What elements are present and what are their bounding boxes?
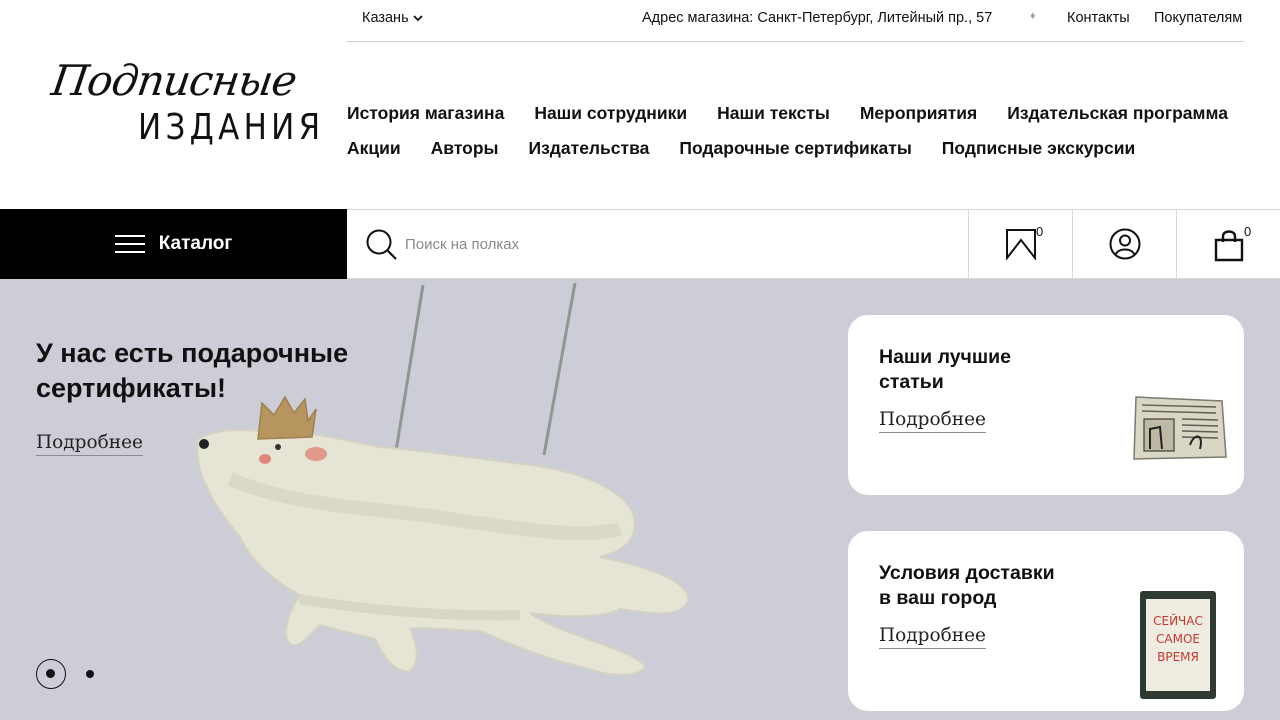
search-input[interactable] [405, 228, 945, 260]
nav-item-publishing-program[interactable]: Издательская программа [1007, 103, 1228, 124]
book-text-line-2: САМОЕ [1156, 632, 1200, 646]
hero-title-line-1: У нас есть подарочные [36, 338, 349, 368]
store-address: Адрес магазина: Санкт-Петербург, Литейны… [642, 10, 993, 26]
top-bar: Казань Адрес магазина: Санкт-Петербург, … [347, 0, 1244, 42]
card-title-line-1: Наши лучшие [879, 346, 1011, 368]
account-button[interactable] [1072, 210, 1176, 278]
hero-title: У нас есть подарочные сертификаты! [36, 336, 348, 406]
bookmarks-button[interactable]: 0 [968, 210, 1072, 278]
slider-dot-active[interactable] [36, 659, 66, 689]
best-articles-card[interactable]: Наши лучшие статьи Подробнее [848, 315, 1244, 495]
contacts-link[interactable]: Контакты [1067, 10, 1130, 26]
book-text-line-1: СЕЙЧАС [1153, 613, 1203, 628]
city-selector[interactable]: Казань [362, 10, 423, 26]
nav-item-store-history[interactable]: История магазина [347, 103, 504, 124]
card-title-line-2: в ваш город [879, 587, 997, 609]
buyers-link[interactable]: Покупателям [1154, 10, 1242, 26]
nav-item-authors[interactable]: Авторы [431, 138, 499, 159]
catalog-button[interactable]: Каталог [0, 209, 347, 279]
main-navigation: История магазина Наши сотрудники Наши те… [347, 96, 1247, 166]
nav-item-gift-certificates[interactable]: Подарочные сертификаты [679, 138, 911, 159]
delivery-conditions-card[interactable]: Условия доставки в ваш город Подробнее С… [848, 531, 1244, 711]
book-illustration: СЕЙЧАС САМОЕ ВРЕМЯ [1140, 591, 1216, 699]
nav-item-promotions[interactable]: Акции [347, 138, 401, 159]
hero-more-link[interactable]: Подробнее [36, 432, 144, 456]
card-title-line-2: статьи [879, 371, 944, 393]
newspaper-illustration [1133, 396, 1227, 460]
city-label: Казань [362, 10, 409, 26]
cart-button[interactable]: 0 [1176, 210, 1280, 278]
logo[interactable]: Подписные ИЗДАНИЯ [48, 56, 321, 160]
nav-row-2: Акции Авторы Издательства Подарочные сер… [347, 131, 1247, 166]
card-more-link[interactable]: Подробнее [879, 625, 987, 649]
slider-dot[interactable] [86, 670, 94, 678]
hero-banner: У нас есть подарочные сертификаты! Подро… [0, 279, 1280, 720]
nav-item-events[interactable]: Мероприятия [860, 103, 977, 124]
nav-item-staff[interactable]: Наши сотрудники [534, 103, 687, 124]
search-bar [347, 210, 968, 278]
hero-title-line-2: сертификаты! [36, 373, 227, 403]
card-title: Наши лучшие статьи [879, 345, 1089, 395]
catalog-label: Каталог [158, 233, 233, 254]
chevron-down-icon [412, 15, 423, 22]
nav-item-publishers[interactable]: Издательства [529, 138, 650, 159]
cart-bag-icon [1214, 230, 1244, 262]
slider-pagination [36, 659, 94, 689]
logo-script-text: Подписные [48, 56, 300, 105]
book-text-line-3: ВРЕМЯ [1157, 650, 1199, 664]
user-icon [1109, 228, 1141, 260]
logo-caps-text: ИЗДАНИЯ [138, 107, 325, 148]
cart-count: 0 [1244, 224, 1252, 239]
nav-row-1: История магазина Наши сотрудники Наши те… [347, 96, 1247, 131]
toolbar: Каталог 0 0 [0, 209, 1280, 279]
bookmark-icon [1006, 229, 1036, 260]
bookmarks-count: 0 [1036, 224, 1044, 239]
card-title-line-1: Условия доставки [879, 562, 1055, 584]
card-more-link[interactable]: Подробнее [879, 409, 987, 433]
search-icon [366, 229, 397, 260]
separator-diamond-icon: ♦ [1030, 10, 1036, 22]
nav-item-texts[interactable]: Наши тексты [717, 103, 830, 124]
card-title: Условия доставки в ваш город [879, 561, 1089, 611]
nav-item-excursions[interactable]: Подписные экскурсии [942, 138, 1135, 159]
menu-icon [114, 235, 145, 253]
